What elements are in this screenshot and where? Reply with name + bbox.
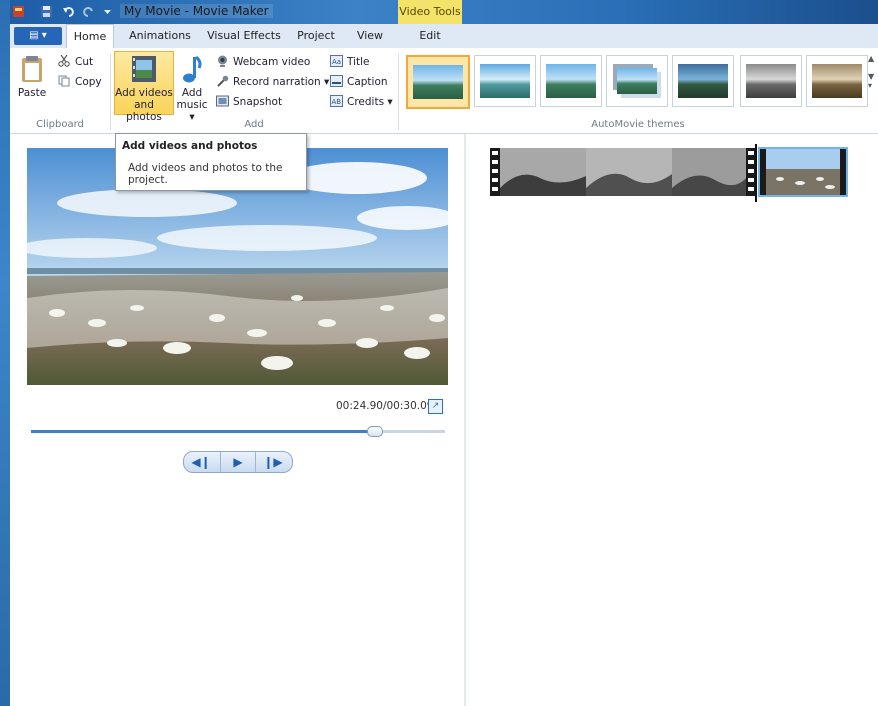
tab-view[interactable]: View: [350, 24, 390, 48]
playback-controls: ◀❙ ▶ ❙▶: [183, 451, 293, 473]
next-frame-icon: ❙▶: [263, 455, 283, 469]
play-button[interactable]: ▶: [220, 452, 256, 472]
copy-label: Copy: [75, 76, 102, 88]
tooltip-title: Add videos and photos: [122, 140, 258, 152]
play-icon: ▶: [233, 455, 243, 469]
title-button[interactable]: Aa Title: [330, 54, 370, 70]
copy-icon: [58, 75, 70, 87]
timecode: 00:24.90/00:30.09: [336, 400, 434, 412]
add-music-button[interactable]: Add music ▾: [174, 54, 210, 123]
narration-label: Record narration: [233, 76, 321, 88]
credits-button[interactable]: AB Credits ▾: [330, 94, 393, 110]
seek-bar-fill: [31, 430, 374, 433]
seek-bar[interactable]: [31, 426, 445, 437]
paste-label: Paste: [17, 87, 47, 99]
record-narration-button[interactable]: Record narration ▾: [216, 74, 329, 90]
caption-button[interactable]: Caption: [330, 74, 388, 90]
clipboard-group-label: Clipboard: [36, 119, 84, 130]
camera-icon: [216, 95, 229, 107]
add-music-label-2: music: [176, 99, 208, 111]
theme-default[interactable]: [406, 55, 470, 109]
clip-thumbnail: [760, 149, 846, 195]
title-label: Title: [347, 56, 370, 68]
theme-pan-zoom[interactable]: [606, 55, 668, 107]
copy-button[interactable]: Copy: [58, 74, 102, 90]
credits-icon: AB: [330, 95, 343, 107]
storyboard-clip-1[interactable]: [490, 148, 756, 196]
credits-label: Credits: [347, 96, 385, 108]
undo-icon[interactable]: [62, 5, 75, 18]
caption-label: Caption: [347, 76, 388, 88]
tab-animations[interactable]: Animations: [120, 24, 200, 48]
paste-icon: [22, 56, 42, 82]
webcam-label: Webcam video: [233, 56, 311, 68]
qat-dropdown-icon[interactable]: [101, 5, 114, 18]
window-title: My Movie - Movie Maker: [120, 4, 273, 18]
film-icon: [132, 56, 156, 82]
prev-frame-icon: ◀❙: [191, 455, 211, 469]
snapshot-button[interactable]: Snapshot: [216, 94, 282, 110]
ribbon-tab-row: ▤ ▾ Home Animations Visual Effects Proje…: [10, 24, 878, 49]
cut-button[interactable]: Cut: [58, 54, 93, 70]
svg-text:AB: AB: [332, 98, 342, 106]
seek-bar-thumb[interactable]: [366, 426, 383, 437]
playhead-indicator[interactable]: [755, 144, 757, 202]
music-note-icon: [183, 55, 202, 83]
fullscreen-icon: ↗: [431, 401, 440, 411]
tab-edit[interactable]: Edit: [408, 24, 452, 48]
pane-splitter[interactable]: [464, 134, 466, 706]
caption-icon: [330, 75, 343, 87]
microphone-icon: [217, 75, 229, 87]
desktop-strip: [0, 0, 10, 706]
theme-fade[interactable]: [540, 55, 602, 107]
themes-group-label: AutoMovie themes: [591, 119, 685, 130]
webcam-video-button[interactable]: Webcam video: [216, 54, 310, 70]
add-videos-photos-button[interactable]: Add videos and photos: [114, 51, 174, 123]
add-group-label: Add: [244, 119, 264, 130]
save-icon[interactable]: [40, 5, 53, 18]
movie-maker-window: My Movie - Movie Maker Video Tools ▤ ▾ H…: [10, 0, 878, 706]
theme-cinematic[interactable]: [672, 55, 734, 107]
tab-home[interactable]: Home: [66, 24, 114, 49]
add-videos-label-1: Add videos: [115, 87, 173, 99]
theme-sepia[interactable]: [806, 55, 868, 107]
title-icon: Aa: [330, 55, 343, 67]
redo-icon[interactable]: [82, 5, 95, 18]
tooltip: Add videos and photos Add videos and pho…: [115, 133, 307, 191]
add-music-label-1: Add: [181, 87, 203, 99]
tab-visual-effects[interactable]: Visual Effects: [204, 24, 284, 48]
clip-thumbnail: [490, 148, 756, 196]
snapshot-label: Snapshot: [233, 96, 283, 108]
svg-text:Aa: Aa: [332, 58, 341, 66]
themes-scroll[interactable]: ▲ ▼ ▾: [868, 54, 878, 106]
ribbon: Paste Cut Copy Clipboard Add videos and …: [10, 48, 878, 134]
file-menu-button[interactable]: ▤ ▾: [14, 27, 62, 45]
app-icon: [13, 6, 24, 17]
fullscreen-button[interactable]: ↗: [428, 399, 443, 414]
storyboard-clip-2[interactable]: [758, 147, 848, 197]
title-bar: My Movie - Movie Maker Video Tools: [10, 0, 878, 24]
next-frame-button[interactable]: ❙▶: [256, 452, 290, 472]
paste-button[interactable]: Paste: [16, 54, 48, 99]
webcam-icon: [218, 55, 227, 67]
theme-black-white[interactable]: [740, 55, 802, 107]
previous-frame-button[interactable]: ◀❙: [184, 452, 218, 472]
tab-project[interactable]: Project: [292, 24, 340, 48]
cut-label: Cut: [75, 56, 94, 68]
cut-icon: [58, 55, 70, 67]
theme-contemporary[interactable]: [474, 55, 536, 107]
video-tools-context: Video Tools: [398, 0, 462, 24]
tooltip-body: Add videos and photos to the project.: [128, 162, 283, 186]
